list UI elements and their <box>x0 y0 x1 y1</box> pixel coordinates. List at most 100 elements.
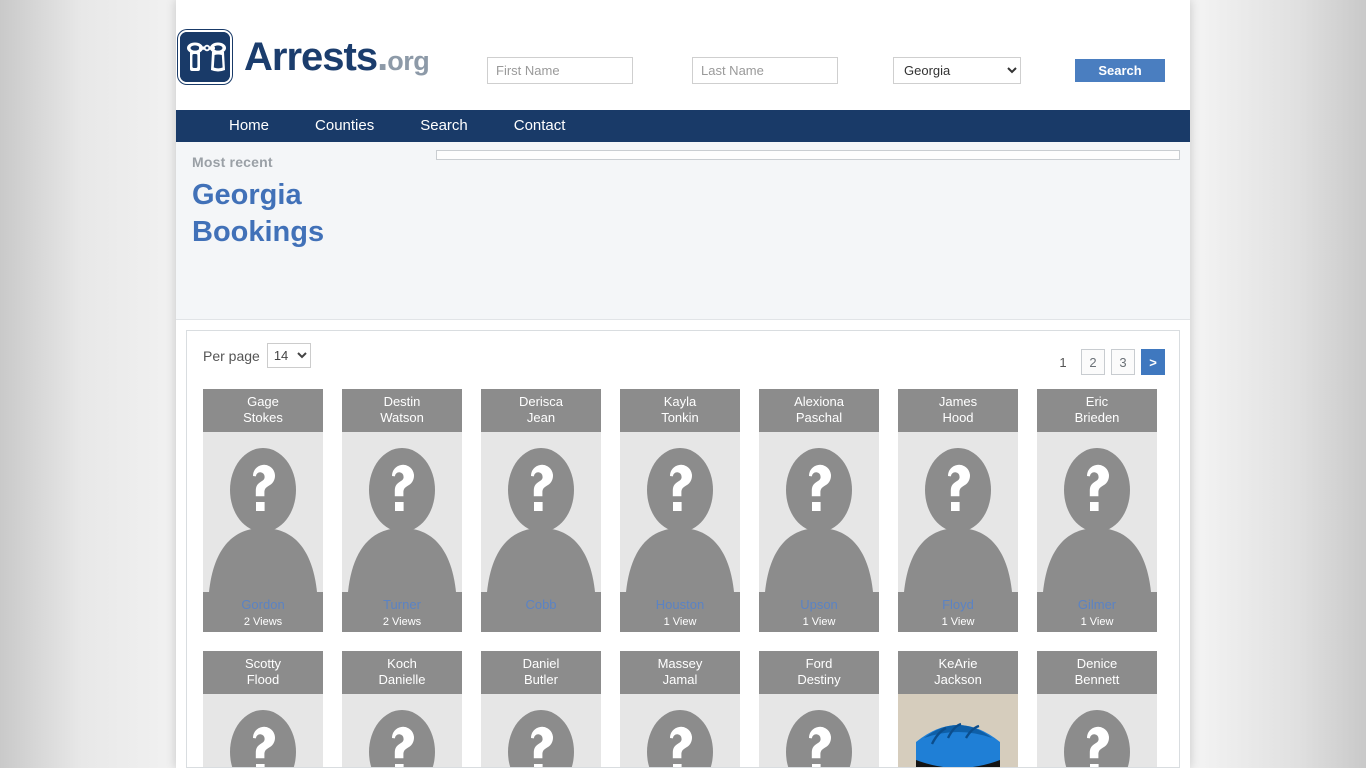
booking-last-name: Danielle <box>378 672 426 688</box>
booking-card[interactable]: Derisca Jean Cobb <box>481 389 601 632</box>
booking-first-name: Alexiona <box>794 394 844 409</box>
booking-card-grid: Gage Stokes Gordon 2 Views Destin Watson Tur… <box>203 389 1165 767</box>
booking-county-link[interactable]: Upson <box>759 596 879 614</box>
state-select[interactable]: Georgia <box>893 57 1021 84</box>
results-panel: Per page 14 1 2 3 > Gage Stokes Gordon 2 V… <box>186 330 1180 768</box>
pagination-next-button[interactable]: > <box>1141 349 1165 375</box>
handcuffs-icon <box>178 30 232 84</box>
page-title-line2: Bookings <box>192 216 325 249</box>
booking-first-name: Massey <box>657 656 703 671</box>
booking-last-name: Jackson <box>934 672 982 688</box>
per-page-select[interactable]: 14 <box>266 343 311 368</box>
booking-card[interactable]: Ford Destiny <box>759 651 879 767</box>
booking-card[interactable]: Daniel Butler <box>481 651 601 767</box>
site-header: Arrests.org Georgia Search <box>176 0 1190 110</box>
mugshot-placeholder-icon <box>1037 432 1157 592</box>
booking-card-footer: Gilmer 1 View <box>1037 592 1157 632</box>
booking-card[interactable]: Destin Watson Turner 2 Views <box>342 389 462 632</box>
booking-first-name: Destin <box>383 394 421 409</box>
booking-card[interactable]: Gage Stokes Gordon 2 Views <box>203 389 323 632</box>
booking-card[interactable]: Alexiona Paschal Upson 1 View <box>759 389 879 632</box>
last-name-input[interactable] <box>692 57 838 84</box>
main-navigation: Home Counties Search Contact <box>176 110 1190 142</box>
booking-card-name: Eric Brieden <box>1037 389 1157 432</box>
booking-card-name: James Hood <box>898 389 1018 432</box>
booking-county-link[interactable]: Houston <box>620 596 740 614</box>
booking-first-name: Derisca <box>518 394 564 409</box>
booking-card-name: Alexiona Paschal <box>759 389 879 432</box>
booking-card-footer: Houston 1 View <box>620 592 740 632</box>
booking-card[interactable]: Massey Jamal <box>620 651 740 767</box>
hero-section: Most recent Georgia Bookings <box>176 142 1190 320</box>
pagination-page-2[interactable]: 2 <box>1081 349 1105 375</box>
booking-card-footer: Turner 2 Views <box>342 592 462 632</box>
booking-view-count: 1 View <box>941 615 975 628</box>
booking-first-name: Scotty <box>244 656 282 671</box>
booking-card-name: Derisca Jean <box>481 389 601 432</box>
nav-item-search[interactable]: Search <box>397 110 491 142</box>
booking-card-name: Daniel Butler <box>481 651 601 694</box>
booking-card-name: Kayla Tonkin <box>620 389 740 432</box>
logo-tld: org <box>387 46 430 76</box>
mugshot-placeholder-icon <box>481 432 601 592</box>
booking-last-name: Bennett <box>1074 672 1120 688</box>
per-page-label: Per page <box>203 347 260 364</box>
hero-eyebrow: Most recent <box>192 154 273 170</box>
booking-card[interactable]: KeArie Jackson <box>898 651 1018 767</box>
booking-first-name: James <box>938 394 978 409</box>
mugshot-placeholder-icon <box>898 432 1018 592</box>
first-name-input[interactable] <box>487 57 633 84</box>
nav-item-home[interactable]: Home <box>206 110 292 142</box>
pagination-current-page: 1 <box>1059 354 1067 370</box>
booking-first-name: Denice <box>1076 656 1118 671</box>
page-title: Georgia Bookings <box>192 177 324 251</box>
search-button[interactable]: Search <box>1075 59 1165 82</box>
booking-card-footer: Cobb <box>481 592 601 632</box>
booking-county-link[interactable]: Gilmer <box>1037 596 1157 614</box>
booking-first-name: Eric <box>1085 394 1109 409</box>
booking-card-footer: Floyd 1 View <box>898 592 1018 632</box>
nav-item-counties[interactable]: Counties <box>292 110 397 142</box>
booking-county-link[interactable]: Gordon <box>203 596 323 614</box>
booking-card[interactable]: Denice Bennett <box>1037 651 1157 767</box>
booking-card[interactable]: Koch Danielle <box>342 651 462 767</box>
booking-last-name: Stokes <box>243 410 283 426</box>
site-logo[interactable]: Arrests.org <box>178 30 430 84</box>
booking-card-name: Koch Danielle <box>342 651 462 694</box>
booking-card-footer: Gordon 2 Views <box>203 592 323 632</box>
booking-last-name: Flood <box>246 672 280 688</box>
booking-first-name: Ford <box>805 656 833 671</box>
page-container: Arrests.org Georgia Search Home Counties… <box>176 0 1190 768</box>
mugshot-placeholder-icon <box>203 432 323 592</box>
booking-county-link[interactable]: Floyd <box>898 596 1018 614</box>
booking-card[interactable]: James Hood Floyd 1 View <box>898 389 1018 632</box>
mugshot-placeholder-icon <box>1037 694 1157 767</box>
booking-view-count: 2 Views <box>382 615 422 628</box>
booking-last-name: Paschal <box>795 410 843 426</box>
pagination-page-3[interactable]: 3 <box>1111 349 1135 375</box>
booking-card-name: Destin Watson <box>342 389 462 432</box>
booking-last-name: Destiny <box>797 672 841 688</box>
per-page-control: Per page 14 <box>203 343 311 368</box>
booking-county-link[interactable]: Cobb <box>481 596 601 614</box>
booking-county-link[interactable]: Turner <box>342 596 462 614</box>
booking-card-name: KeArie Jackson <box>898 651 1018 694</box>
page-title-line1: Georgia <box>192 179 302 211</box>
booking-card-name: Scotty Flood <box>203 651 323 694</box>
results-toolbar: Per page 14 1 2 3 > <box>187 331 1179 383</box>
booking-card[interactable]: Scotty Flood <box>203 651 323 767</box>
booking-card-name: Ford Destiny <box>759 651 879 694</box>
hero-heading-block: Most recent Georgia Bookings <box>192 154 324 251</box>
ad-placeholder-bar <box>436 150 1180 160</box>
booking-card[interactable]: Kayla Tonkin Houston 1 View <box>620 389 740 632</box>
booking-card[interactable]: Eric Brieden Gilmer 1 View <box>1037 389 1157 632</box>
booking-card-name: Massey Jamal <box>620 651 740 694</box>
booking-first-name: KeArie <box>938 656 978 671</box>
mugshot-placeholder-icon <box>342 694 462 767</box>
logo-wordmark: Arrests.org <box>244 37 430 77</box>
nav-item-contact[interactable]: Contact <box>491 110 589 142</box>
booking-view-count: 2 Views <box>243 615 283 628</box>
booking-last-name: Hood <box>942 410 974 426</box>
mugshot-placeholder-icon <box>620 432 740 592</box>
booking-card-name: Denice Bennett <box>1037 651 1157 694</box>
